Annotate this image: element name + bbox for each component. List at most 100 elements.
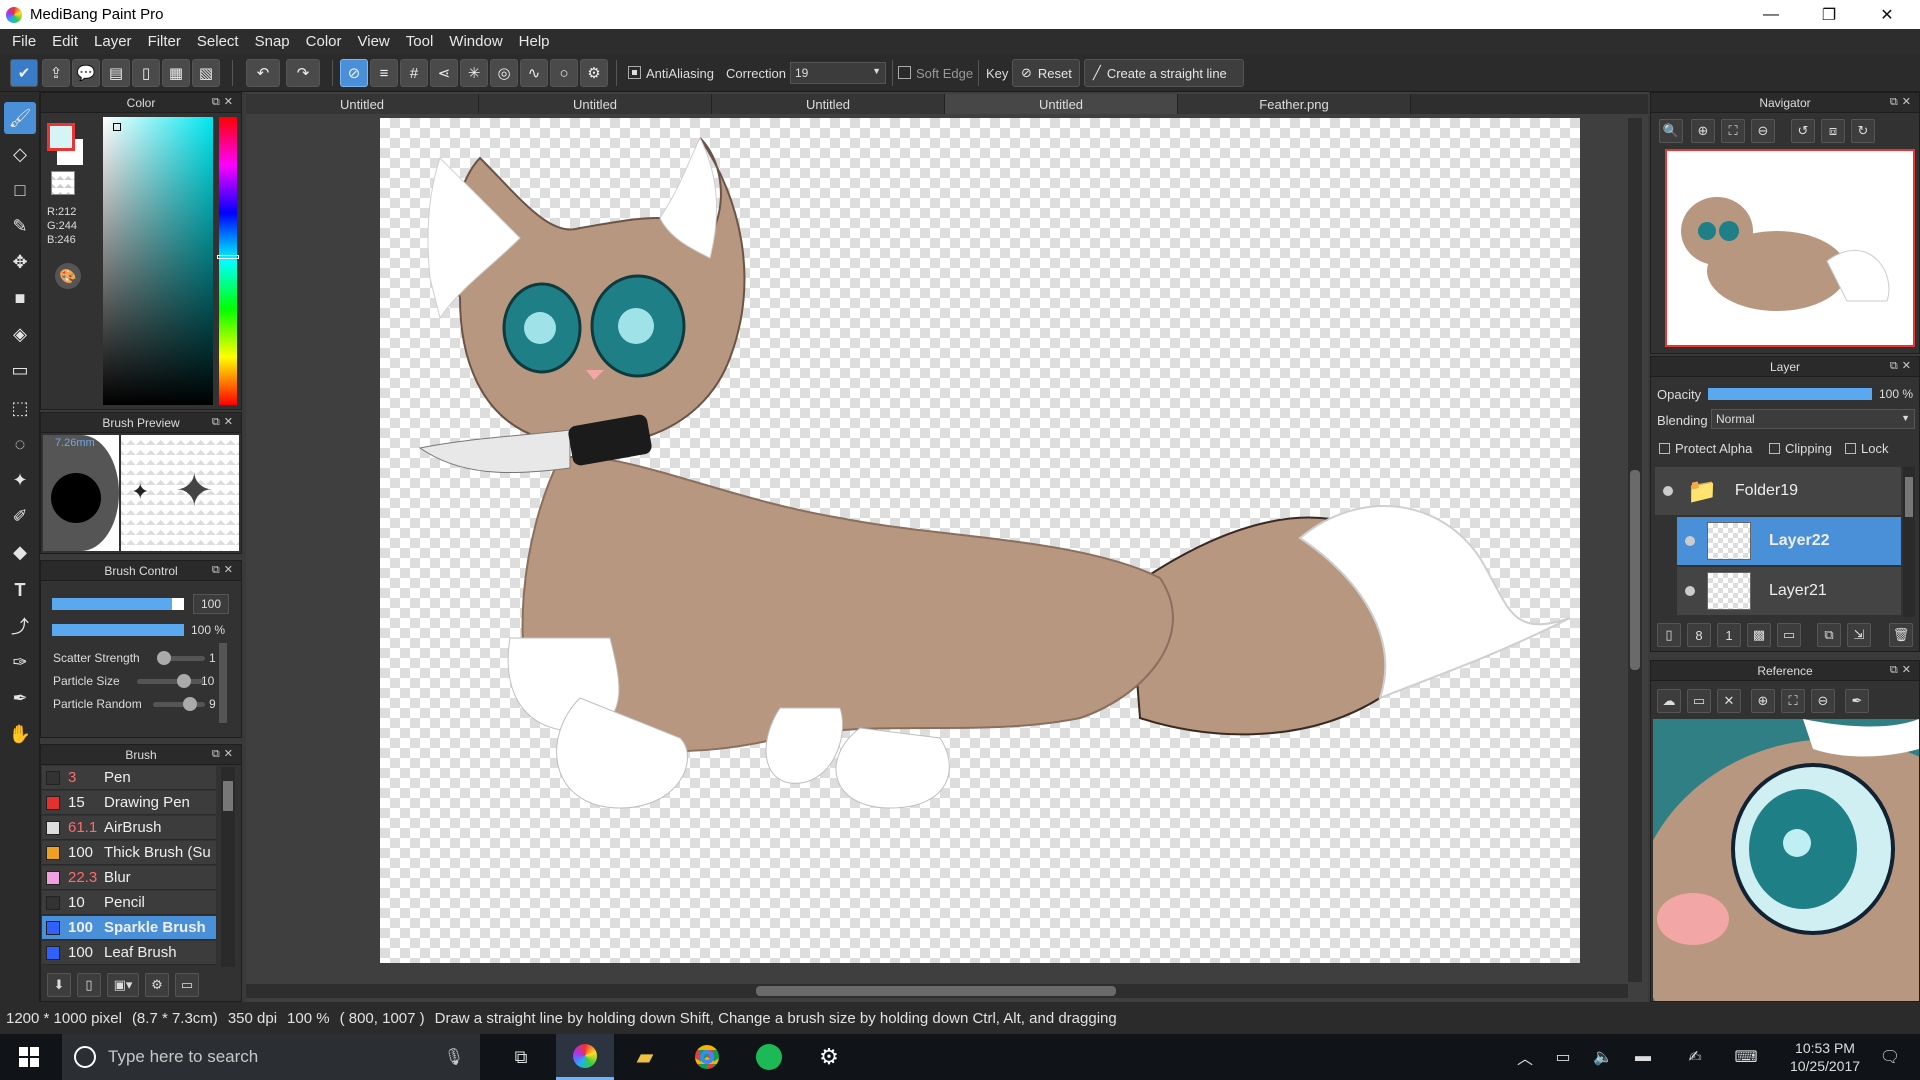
close-button[interactable]: ✕ [1858,0,1916,29]
brush-opacity-slider[interactable] [51,623,185,637]
select-pen-tool-icon[interactable]: ✐ [4,500,36,532]
medibang-taskbar-icon[interactable] [556,1034,614,1080]
snap-off-icon[interactable]: ⊘ [340,59,368,87]
clipping-checkbox[interactable] [1769,443,1780,454]
actual-size-icon[interactable]: ⧈ [1821,119,1845,143]
saturation-value-picker[interactable] [103,117,213,405]
zoom-plus-icon[interactable]: ⊕ [1691,119,1715,143]
new-8bit-layer-icon[interactable]: 8 [1687,623,1711,647]
page-icon[interactable]: ▯ [132,59,160,87]
brush-control-scrollbar[interactable] [219,643,227,723]
menu-tool[interactable]: Tool [398,33,442,50]
visibility-eye-icon[interactable] [1663,486,1673,496]
radial-snap-icon[interactable]: ✳ [460,59,488,87]
snap-settings-icon[interactable]: ⚙ [580,59,608,87]
new-halftone-layer-icon[interactable]: ▩ [1747,623,1771,647]
layer-row-folder[interactable]: 📁 Folder19 [1655,467,1901,515]
visibility-eye-icon[interactable] [1685,586,1695,596]
reference-open-icon[interactable]: ▭ [1687,689,1711,713]
layer-row-selected[interactable]: Layer22 [1677,517,1901,565]
magic-wand-tool-icon[interactable]: ✦ [4,464,36,496]
file-explorer-icon[interactable]: ▰ [616,1034,674,1080]
brush-list-scrollbar[interactable] [221,767,235,967]
antialiasing-checkbox[interactable] [628,66,641,79]
hand-tool-icon[interactable]: ✋ [4,718,36,750]
menu-window[interactable]: Window [441,33,510,50]
volume-icon[interactable]: 🔈 [1588,1034,1618,1080]
keyboard-icon[interactable]: ⌨ [1726,1034,1766,1080]
fit-screen-icon[interactable]: ⛶ [1721,119,1745,143]
brush-list-item[interactable]: 100 Thick Brush (Su [42,841,216,865]
navigator-thumbnail[interactable] [1665,149,1915,347]
menu-edit[interactable]: Edit [44,33,86,50]
brush-settings-icon[interactable]: ⚙ [145,973,169,997]
task-view-icon[interactable]: ⧉ [492,1034,550,1080]
tray-chevron-up-icon[interactable]: ︿ [1510,1034,1540,1080]
panel-layout-icon[interactable]: ▦ [162,59,190,87]
scatter-strength-knob[interactable] [157,651,171,665]
menu-color[interactable]: Color [298,33,350,50]
brush-list-item[interactable]: 10 Pencil [42,891,216,915]
menu-help[interactable]: Help [511,33,558,50]
text-tool-icon[interactable]: T [4,574,36,606]
particle-random-slider[interactable] [153,702,205,707]
spotify-icon[interactable] [740,1034,798,1080]
panel-float-close-icon[interactable]: ⧉✕ [212,747,237,761]
restore-button[interactable]: ❐ [1800,0,1858,29]
brush-list-item[interactable]: 61.1 AirBrush [42,816,216,840]
panel-float-close-icon[interactable]: ⧉✕ [212,95,237,109]
lasso-tool-icon[interactable]: ◌ [4,428,36,460]
palette-icon[interactable]: 🎨 [55,263,81,289]
pen-line-tool-icon[interactable]: ✎ [4,210,36,242]
layer-list-scrollbar[interactable] [1903,467,1915,617]
action-center-icon[interactable]: 🗨 [1870,1034,1910,1080]
brush-list-item[interactable]: 15 Drawing Pen [42,791,216,815]
clock[interactable]: 10:53 PM 10/25/2017 [1770,1034,1880,1080]
settings-gear-icon[interactable]: ⚙ [800,1034,858,1080]
eyedropper-tool-icon[interactable]: ✒ [4,682,36,714]
brush-tool-icon[interactable]: 🖌 [4,102,36,134]
new-1bit-layer-icon[interactable]: 1 [1717,623,1741,647]
layer-opacity-slider[interactable] [1707,387,1873,401]
panel-float-close-icon[interactable]: ⧉✕ [212,563,237,577]
layer-list-scroll-thumb[interactable] [1905,477,1913,517]
menu-snap[interactable]: Snap [247,33,298,50]
brush-add-icon[interactable]: ▯ [77,973,101,997]
divide-tool-icon[interactable]: ✑ [4,646,36,678]
reference-zoom-out-icon[interactable]: ⊖ [1811,689,1835,713]
horizontal-scrollbar[interactable] [246,984,1628,998]
rotate-right-icon[interactable]: ↻ [1851,119,1875,143]
create-straight-line-button[interactable]: ╱ Create a straight line [1084,59,1244,87]
soft-edge-checkbox[interactable] [898,66,911,79]
reset-button[interactable]: ⊘ Reset [1012,59,1080,87]
particle-random-knob[interactable] [183,697,197,711]
zoom-in-icon[interactable]: 🔍 [1659,119,1683,143]
panel-float-close-icon[interactable]: ⧉✕ [1890,359,1915,373]
select-eraser-tool-icon[interactable]: ◆ [4,536,36,568]
network-icon[interactable]: ▭ [1548,1034,1578,1080]
vertical-scroll-thumb[interactable] [1630,470,1640,670]
doc-tab[interactable]: Untitled [712,94,945,114]
vanishing-point-snap-icon[interactable]: ⋖ [430,59,458,87]
grid-layout-icon[interactable]: ▧ [192,59,220,87]
ellipse-snap-icon[interactable]: ○ [550,59,578,87]
operation-tool-icon[interactable]: ⤴ [4,610,36,642]
layer-row[interactable]: Layer21 [1677,567,1901,615]
particle-size-slider[interactable] [137,679,205,684]
brush-list-item[interactable]: 100 Leaf Brush [42,941,216,965]
vertical-scrollbar[interactable] [1628,118,1642,982]
doc-tab[interactable]: Feather.png [1178,94,1411,114]
merge-layer-icon[interactable]: ⇲ [1847,623,1871,647]
new-folder-icon[interactable]: ▭ [1777,623,1801,647]
curve-snap-icon[interactable]: ∿ [520,59,548,87]
doc-tab-active[interactable]: Untitled [945,94,1178,114]
transparent-color-swatch[interactable] [51,171,75,195]
bucket-tool-icon[interactable]: ◈ [4,318,36,350]
reference-eyedropper-icon[interactable]: ✒ [1845,689,1869,713]
brush-folder-icon[interactable]: ▭ [175,973,199,997]
brush-add-menu-icon[interactable]: ▣▾ [107,973,139,997]
select-rect-tool-icon[interactable]: ⬚ [4,392,36,424]
brush-download-icon[interactable]: ⬇ [47,973,71,997]
reference-image[interactable] [1653,719,1919,1001]
brush-size-slider[interactable] [51,597,185,611]
